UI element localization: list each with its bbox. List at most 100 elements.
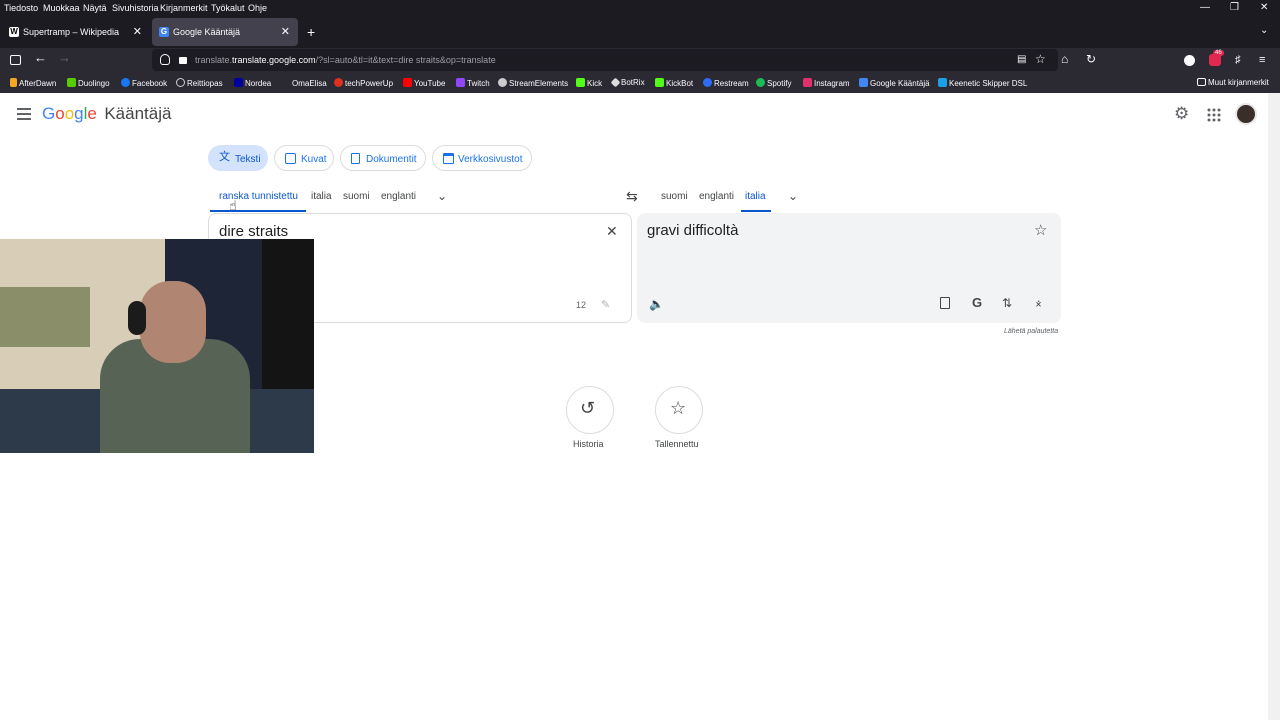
source-textarea[interactable]: dire straits — [219, 223, 288, 240]
tab-documents[interactable]: Dokumentit — [340, 145, 426, 171]
tab-images[interactable]: Kuvat — [274, 145, 334, 171]
google-translate-icon: G — [159, 27, 169, 37]
share-icon[interactable]: ⨰ — [1035, 296, 1042, 311]
menu-help[interactable]: Ohje — [248, 3, 267, 13]
google-translate-icon — [859, 78, 868, 87]
apps-grid-icon[interactable] — [1207, 108, 1221, 122]
url-text[interactable]: translate.translate.google.com/?sl=auto&… — [195, 55, 496, 65]
source-lang-italian[interactable]: italia — [311, 191, 332, 202]
tab-wikipedia[interactable]: W Supertramp – Wikipedia ✕ — [2, 18, 150, 46]
avatar[interactable] — [1235, 103, 1257, 125]
target-lang-italian[interactable]: italia — [745, 191, 766, 202]
bookmark-botrix[interactable]: BotRix — [610, 77, 645, 88]
settings-gear-icon[interactable]: ⚙ — [1174, 104, 1189, 124]
new-tab-icon[interactable]: + — [307, 24, 315, 40]
bookmark-streamelements[interactable]: StreamElements — [498, 78, 568, 88]
website-icon — [443, 153, 454, 164]
bookmarks-bar: AfterDawn Duolingo Facebook Reittiopas N… — [0, 73, 1280, 93]
tab-title: Supertramp – Wikipedia — [23, 27, 120, 37]
google-logo[interactable]: Google Kääntäjä — [42, 104, 171, 124]
menu-edit[interactable]: Muokkaa — [43, 3, 80, 13]
nav-bar: ← → translate.translate.google.com/?sl=a… — [0, 48, 1280, 73]
forward-icon[interactable]: → — [58, 51, 71, 64]
scrollbar[interactable] — [1268, 93, 1280, 720]
close-tab-icon[interactable]: ✕ — [281, 25, 290, 38]
shield-icon[interactable] — [160, 54, 170, 65]
bookmark-kick[interactable]: Kick — [576, 78, 602, 88]
main-menu-icon[interactable] — [17, 108, 31, 120]
tab-text[interactable]: 文 Teksti — [208, 145, 268, 171]
minimize-icon[interactable]: — — [1200, 2, 1210, 13]
send-feedback-link[interactable]: Lähetä palautetta — [1004, 328, 1058, 335]
menu-view[interactable]: Näytä — [83, 3, 107, 13]
save-star-icon[interactable]: ☆ — [1034, 221, 1047, 239]
menu-history[interactable]: Sivuhistoria — [112, 3, 159, 13]
duolingo-icon — [67, 78, 76, 87]
back-icon[interactable]: ← — [34, 51, 47, 64]
bookmark-instagram[interactable]: Instagram — [803, 78, 850, 88]
extension-badge: 46 — [1213, 50, 1224, 56]
app-menu-icon[interactable]: ≡ — [1259, 54, 1265, 66]
source-more-langs-chevron-down-icon[interactable]: ⌄ — [437, 189, 447, 203]
kickbot-icon — [655, 78, 664, 87]
swap-languages-icon[interactable]: ⇆ — [626, 188, 638, 205]
bookmark-restream[interactable]: Restream — [703, 78, 749, 88]
target-lang-finnish[interactable]: suomi — [661, 191, 688, 202]
logo-letter: o — [55, 104, 65, 123]
target-lang-english[interactable]: englanti — [699, 191, 734, 202]
spotify-icon — [756, 78, 765, 87]
clear-text-icon[interactable]: ✕ — [606, 223, 618, 240]
logo-letter: g — [74, 104, 84, 123]
elisa-icon — [281, 78, 290, 87]
rate-translation-icon[interactable]: ⇅ — [1002, 296, 1012, 310]
globe-icon — [176, 78, 185, 87]
source-lang-english[interactable]: englanti — [381, 191, 416, 202]
bookmark-kickbot[interactable]: KickBot — [655, 78, 693, 88]
app-header: Google Kääntäjä ⚙ — [0, 93, 1268, 135]
reader-view-icon[interactable]: ▤ — [1017, 54, 1026, 65]
logo-letter: e — [87, 104, 97, 123]
source-lang-finnish[interactable]: suomi — [343, 191, 370, 202]
url-bar[interactable]: translate.translate.google.com/?sl=auto&… — [152, 49, 1058, 71]
bookmark-facebook[interactable]: Facebook — [121, 78, 167, 88]
app-name: Kääntäjä — [104, 104, 172, 123]
close-window-icon[interactable]: ✕ — [1260, 2, 1268, 13]
image-icon — [285, 153, 296, 164]
bookmark-afterdawn[interactable]: AfterDawn — [10, 78, 56, 88]
bookmark-youtube[interactable]: YouTube — [403, 78, 445, 88]
bookmark-omaelisa[interactable]: OmaElisa — [281, 78, 327, 88]
list-tabs-icon[interactable]: ⌄ — [1260, 25, 1268, 36]
other-bookmarks[interactable]: Muut kirjanmerkit — [1197, 78, 1269, 87]
bookmark-techpowerup[interactable]: techPowerUp — [334, 78, 393, 88]
target-more-langs-chevron-down-icon[interactable]: ⌄ — [788, 189, 798, 203]
bookmark-google-translate[interactable]: Google Kääntäjä — [859, 78, 930, 88]
edit-pencil-icon[interactable]: ✎ — [601, 298, 610, 311]
target-panel: gravi difficoltà ☆ 🔈 G ⇅ ⨰ — [637, 213, 1061, 323]
restore-icon[interactable]: ❐ — [1230, 2, 1239, 13]
listen-speaker-icon[interactable]: 🔈 — [649, 297, 664, 311]
bookmark-nordea[interactable]: Nordea — [234, 78, 271, 88]
copy-icon[interactable] — [940, 297, 950, 309]
extensions-icon[interactable]: ♯ — [1235, 54, 1241, 66]
saved-button[interactable]: ☆ — [655, 386, 703, 434]
youtube-icon — [403, 78, 412, 87]
menu-tools[interactable]: Työkalut — [211, 3, 245, 13]
close-tab-icon[interactable]: ✕ — [133, 25, 142, 38]
history-button[interactable]: ↺ — [566, 386, 614, 434]
reload-icon[interactable]: ↻ — [1086, 53, 1096, 65]
menu-file[interactable]: Tiedosto — [4, 3, 38, 13]
bookmark-keenetic[interactable]: Keenetic Skipper DSL — [938, 78, 1027, 88]
bookmark-reittiopas[interactable]: Reittiopas — [176, 78, 223, 88]
google-g-icon[interactable]: G — [972, 295, 982, 310]
bookmark-duolingo[interactable]: Duolingo — [67, 78, 110, 88]
tab-google-translate[interactable]: G Google Kääntäjä ✕ — [152, 18, 298, 46]
lock-icon[interactable] — [179, 57, 187, 64]
bookmark-spotify[interactable]: Spotify — [756, 78, 791, 88]
tab-websites[interactable]: Verkkosivustot — [432, 145, 532, 171]
bookmark-star-icon[interactable]: ☆ — [1035, 52, 1046, 66]
sidebar-icon[interactable] — [10, 55, 21, 65]
menu-bookmarks[interactable]: Kirjanmerkit — [160, 3, 208, 13]
bookmark-twitch[interactable]: Twitch — [456, 78, 490, 88]
home-icon[interactable]: ⌂ — [1061, 53, 1068, 65]
account-icon[interactable] — [1184, 55, 1195, 66]
